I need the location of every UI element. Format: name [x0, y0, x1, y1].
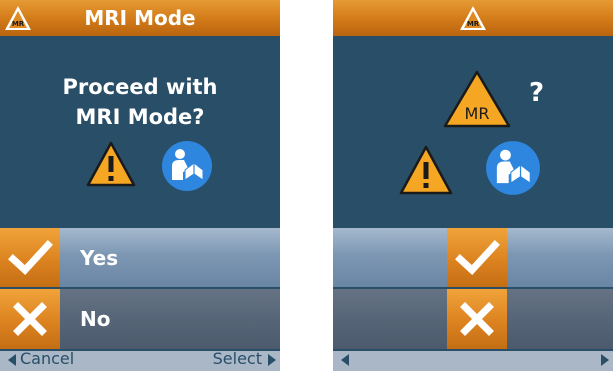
x-icon [13, 302, 47, 336]
mri-mode-screen-symbol: MR MR ? [333, 0, 613, 371]
mr-symbol-label: MR [465, 104, 490, 123]
prompt-line-1: Proceed with [62, 75, 218, 99]
select-softkey-arrow-icon[interactable] [601, 354, 609, 366]
no-icon-box [447, 289, 507, 349]
no-option[interactable] [333, 289, 613, 349]
check-icon [8, 240, 53, 275]
yes-option[interactable] [333, 228, 613, 287]
softkey-bar: Cancel Select [0, 348, 280, 371]
warning-icon [86, 141, 136, 187]
cancel-softkey[interactable]: Cancel [20, 348, 74, 370]
warning-icon [399, 145, 453, 195]
yes-label: Yes [80, 245, 119, 270]
header-bar: MR MRI Mode [0, 0, 280, 36]
no-label: No [80, 307, 111, 331]
consult-manual-icon [486, 141, 540, 195]
header-bar: MR [333, 0, 613, 36]
no-option[interactable]: No [0, 289, 280, 349]
mri-mode-screen-text: MR MRI Mode Proceed with MRI Mode? Yes N… [0, 0, 280, 371]
yes-icon-box [0, 228, 60, 287]
prompt-line-2: MRI Mode? [75, 105, 205, 129]
page-title: MRI Mode [84, 6, 196, 30]
no-icon-box [0, 289, 60, 349]
left-arrow-icon [8, 354, 16, 366]
yes-icon-box [447, 228, 507, 287]
back-softkey-arrow-icon[interactable] [341, 354, 349, 366]
mr-icon-label: MR [467, 20, 480, 28]
mr-conditional-symbol: MR [443, 70, 511, 128]
yes-option[interactable]: Yes [0, 228, 280, 287]
consult-manual-icon [162, 141, 212, 191]
x-icon [460, 302, 494, 336]
check-icon [455, 240, 500, 275]
mr-conditional-icon: MR [460, 6, 486, 30]
question-mark: ? [529, 78, 545, 108]
select-softkey[interactable]: Select [213, 348, 262, 370]
softkey-bar [333, 351, 613, 371]
right-arrow-icon [268, 354, 276, 366]
